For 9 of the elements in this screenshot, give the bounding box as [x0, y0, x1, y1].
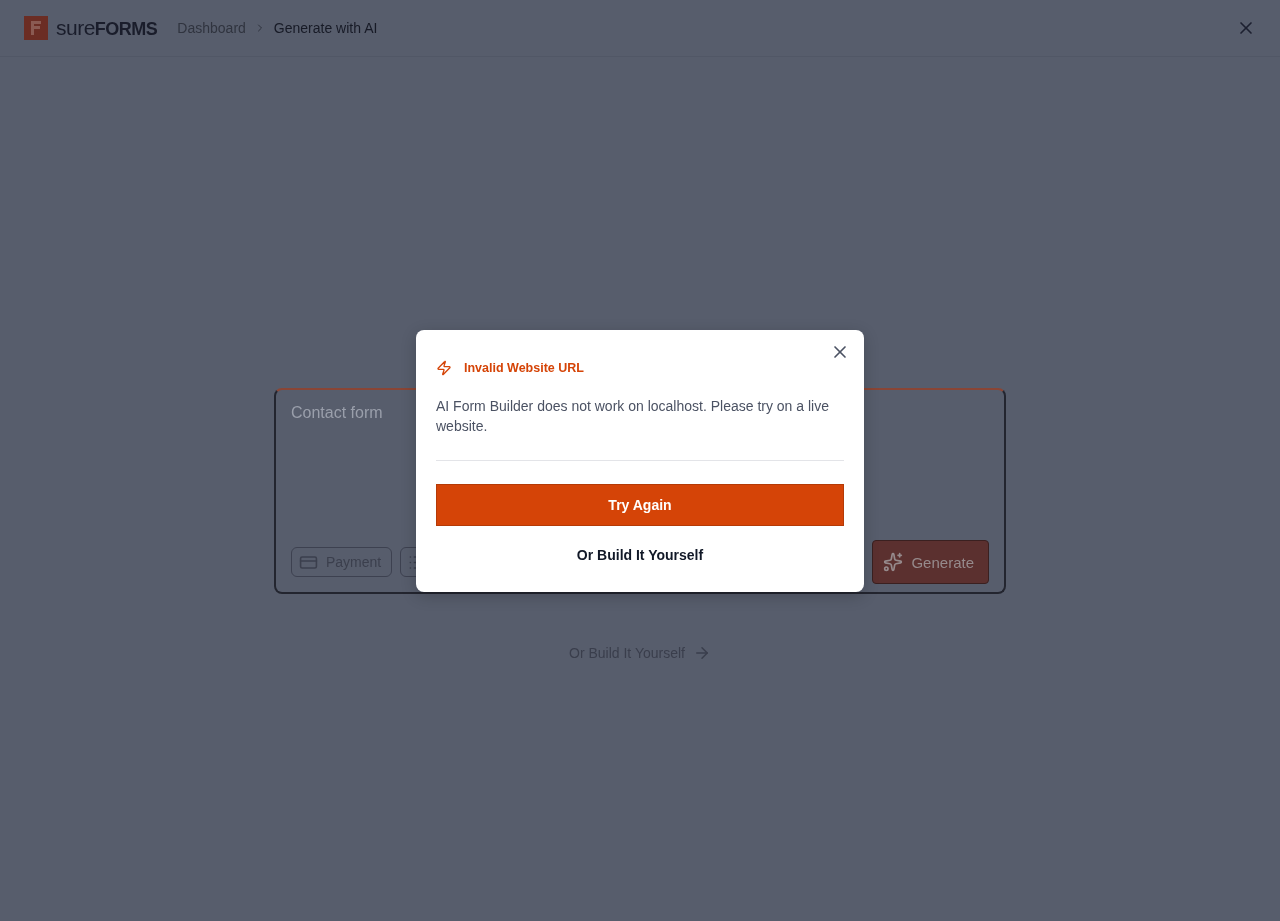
dialog-title: Invalid Website URL	[464, 360, 584, 375]
lightning-icon	[436, 359, 452, 376]
breadcrumb-link[interactable]: Generate with AI	[273, 20, 378, 36]
dialog-message: AI Form Builder does not work on localhost. Please try on a live website.	[436, 396, 830, 436]
generate-button[interactable]: Generate	[872, 540, 989, 584]
build-yourself-button[interactable]: Or Build It Yourself	[570, 545, 710, 564]
try-again-button[interactable]: Try Again	[436, 483, 844, 526]
sureforms-logo[interactable]: sureFORMS	[24, 16, 158, 40]
sparkle-icon	[883, 552, 904, 572]
